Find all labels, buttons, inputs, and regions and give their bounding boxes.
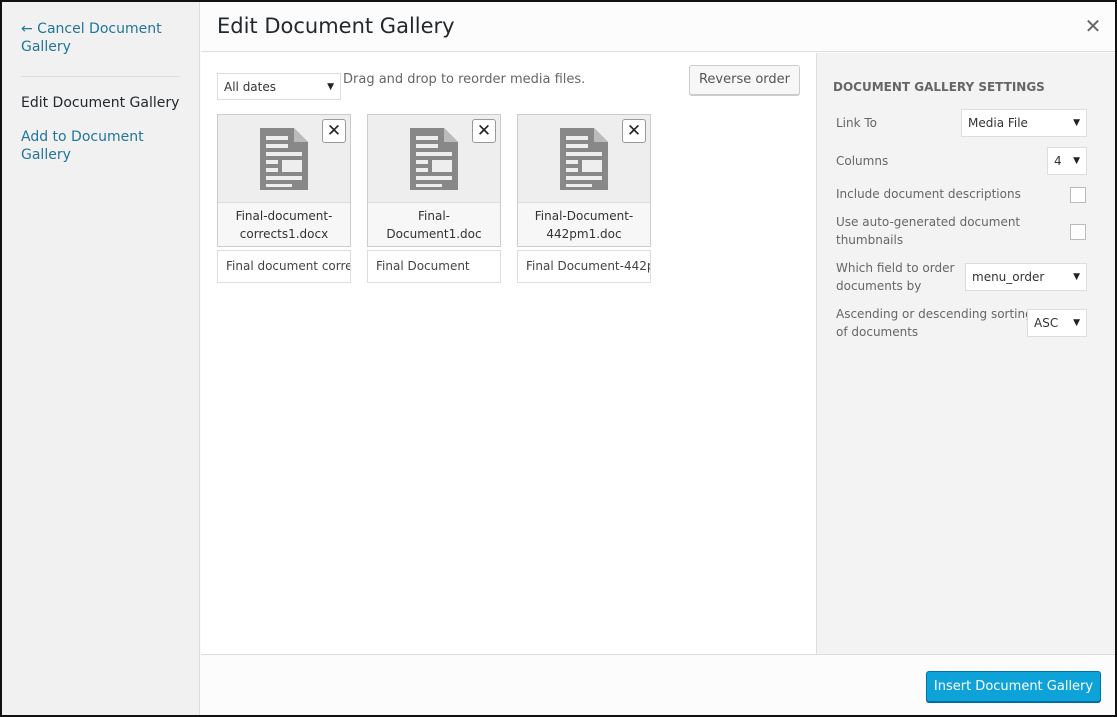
auto-thumbnails-checkbox[interactable] <box>1070 224 1086 240</box>
chevron-down-icon: ▼ <box>1073 156 1080 166</box>
drag-hint: Drag and drop to reorder media files. <box>343 72 586 87</box>
chevron-down-icon: ▼ <box>1073 318 1080 328</box>
attachment-thumbnail[interactable]: Final- Document1.doc ✕ <box>367 114 501 247</box>
attachment-caption-input[interactable]: Final document corrects <box>217 250 351 283</box>
attachment-item[interactable]: Final-Document- 442pm1.doc ✕ Final Docum… <box>517 114 651 283</box>
setting-include-descriptions: Include document descriptions <box>836 185 1099 205</box>
include-descriptions-checkbox[interactable] <box>1070 187 1086 203</box>
setting-sort-order: Ascending or descending sorting of docum… <box>836 305 1099 341</box>
media-menu: ← Cancel Document Gallery Edit Document … <box>2 2 200 715</box>
date-filter-select[interactable]: All dates ▼ <box>217 73 341 100</box>
link-to-label: Link To <box>836 116 878 130</box>
page-title: Edit Document Gallery <box>217 14 455 38</box>
gallery-content: All dates ▼ Drag and drop to reorder med… <box>201 53 816 654</box>
include-descriptions-label: Include document descriptions <box>836 187 1021 201</box>
link-to-select[interactable]: Media File ▼ <box>961 109 1087 137</box>
attachment-caption-input[interactable]: Final Document <box>367 250 501 283</box>
menu-item-edit-gallery[interactable]: Edit Document Gallery <box>2 94 199 112</box>
chevron-down-icon: ▼ <box>1073 272 1080 282</box>
attachment-item[interactable]: Final- Document1.doc ✕ Final Document <box>367 114 501 283</box>
sort-order-select[interactable]: ASC ▼ <box>1027 309 1087 337</box>
attachment-item[interactable]: Final-document- corrects1.docx ✕ Final d… <box>217 114 351 283</box>
chevron-down-icon: ▼ <box>1073 118 1080 128</box>
menu-separator <box>21 76 180 77</box>
settings-heading: Document Gallery Settings <box>833 80 1045 94</box>
insert-gallery-button[interactable]: Insert Document Gallery <box>926 671 1101 702</box>
setting-auto-thumbnails: Use auto-generated document thumbnails <box>836 213 1099 249</box>
attachment-thumbnail[interactable]: Final-Document- 442pm1.doc ✕ <box>517 114 651 247</box>
modal-title-bar: Edit Document Gallery <box>201 2 1115 52</box>
setting-link-to: Link To Media File ▼ <box>836 109 1099 137</box>
attachment-filename: Final-Document- 442pm1.doc <box>518 202 650 246</box>
media-toolbar: All dates ▼ Drag and drop to reorder med… <box>217 65 800 101</box>
setting-columns: Columns 4 ▼ <box>836 147 1099 175</box>
media-modal: ← Cancel Document Gallery Edit Document … <box>2 2 1115 715</box>
gallery-settings-sidebar: Document Gallery Settings Link To Media … <box>816 53 1115 654</box>
remove-attachment-button[interactable]: ✕ <box>472 119 496 143</box>
menu-item-add-to-gallery[interactable]: Add to Document Gallery <box>2 128 199 164</box>
attachment-thumbnail[interactable]: Final-document- corrects1.docx ✕ <box>217 114 351 247</box>
columns-select[interactable]: 4 ▼ <box>1047 147 1087 175</box>
attachment-caption-input[interactable]: Final Document-442pm <box>517 250 651 283</box>
modal-footer: Insert Document Gallery <box>201 654 1115 715</box>
attachment-filename: Final-document- corrects1.docx <box>218 202 350 246</box>
date-filter-value: All dates <box>224 80 277 94</box>
attachment-filename: Final- Document1.doc <box>368 202 500 246</box>
cancel-gallery-link[interactable]: ← Cancel Document Gallery <box>2 20 199 56</box>
close-icon[interactable]: ✕ <box>1081 14 1105 38</box>
setting-order-field: Which field to order documents by menu_o… <box>836 259 1099 295</box>
chevron-down-icon: ▼ <box>327 81 334 92</box>
sort-order-label: Ascending or descending sorting of docum… <box>836 307 1033 339</box>
order-field-select[interactable]: menu_order ▼ <box>965 263 1087 291</box>
columns-label: Columns <box>836 154 889 168</box>
order-field-label: Which field to order documents by <box>836 261 955 293</box>
auto-thumbnails-label: Use auto-generated document thumbnails <box>836 215 1021 247</box>
reverse-order-button[interactable]: Reverse order <box>689 65 800 95</box>
remove-attachment-button[interactable]: ✕ <box>322 119 346 143</box>
remove-attachment-button[interactable]: ✕ <box>622 119 646 143</box>
